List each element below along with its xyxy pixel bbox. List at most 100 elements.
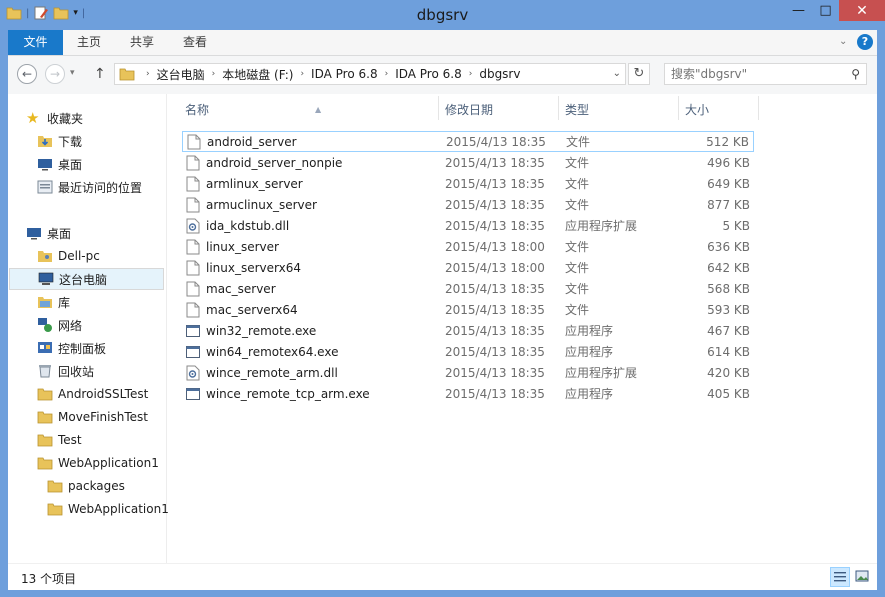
column-header-size[interactable]: 大小 (679, 96, 759, 120)
search-icon[interactable]: ⚲ (851, 67, 860, 81)
tab-share[interactable]: 共享 (123, 30, 161, 55)
file-row[interactable]: armuclinux_server 2015/4/13 18:35 文件 877 KB (182, 194, 754, 215)
window-title: dbgsrv (416, 6, 469, 24)
chevron-right-icon[interactable]: › (300, 69, 304, 79)
file-row[interactable]: android_server_nonpie 2015/4/13 18:35 文件 49… (182, 152, 754, 173)
file-name-text: win64_remotex64.exe (206, 344, 339, 359)
help-icon[interactable]: ? (857, 34, 873, 50)
column-label: 类型 (565, 103, 590, 117)
chevron-right-icon[interactable]: › (212, 69, 216, 79)
nav-label: WebApplication1 (68, 502, 169, 516)
file-type: 文件 (565, 177, 590, 191)
maximize-button[interactable]: □ (812, 0, 839, 21)
search-box[interactable]: ⚲ (664, 63, 867, 85)
expand-ribbon-icon[interactable]: ⌄ (839, 36, 851, 48)
file-name-text: ida_kdstub.dll (206, 218, 290, 233)
search-input[interactable] (671, 66, 841, 82)
file-row[interactable]: mac_server 2015/4/13 18:35 文件 568 KB (182, 278, 754, 299)
refresh-button[interactable]: ↻ (628, 63, 650, 85)
file-row[interactable]: ida_kdstub.dll 2015/4/13 18:35 应用程序扩展 5 KB (182, 215, 754, 236)
exe-icon (186, 323, 206, 339)
file-row[interactable]: android_server 2015/4/13 18:35 文件 512 KB (182, 131, 754, 152)
column-header-type[interactable]: 类型 (559, 96, 679, 120)
file-date: 2015/4/13 18:35 (445, 386, 545, 401)
column-header-date[interactable]: 修改日期 (439, 96, 559, 120)
file-name-text: mac_serverx64 (206, 302, 298, 317)
file-name: win32_remote.exe (186, 323, 316, 339)
breadcrumb-ida-pro-inner[interactable]: IDA Pro 6.8 (395, 67, 462, 81)
nav-label: 桌面 (58, 157, 83, 172)
file-row[interactable]: mac_serverx64 2015/4/13 18:35 文件 593 KB (182, 299, 754, 320)
back-button[interactable]: ← (17, 64, 37, 84)
tab-home[interactable]: 主页 (70, 30, 108, 55)
folder-icon (37, 411, 53, 424)
file-icon (186, 155, 206, 171)
column-label: 大小 (685, 103, 710, 117)
nav-desktop[interactable]: 桌面 (8, 222, 184, 244)
file-row[interactable]: win64_remotex64.exe 2015/4/13 18:35 应用程序 61… (182, 341, 754, 362)
large-icons-view-icon (855, 570, 869, 582)
file-row[interactable]: armlinux_server 2015/4/13 18:35 文件 649 KB (182, 173, 754, 194)
explorer-window: | ▾ | dbgsrv — □ ✕ 文件 主页 共享 查看 ⌄ ? ← → ▾… (0, 0, 885, 597)
file-row[interactable]: wince_remote_arm.dll 2015/4/13 18:35 应用程序扩… (182, 362, 754, 383)
nav-label: WebApplication1 (58, 456, 159, 470)
tab-file[interactable]: 文件 (8, 30, 63, 55)
file-name-text: armlinux_server (206, 176, 303, 191)
file-row[interactable]: linux_serverx64 2015/4/13 18:00 文件 642 KB (182, 257, 754, 278)
file-name: wince_remote_tcp_arm.exe (186, 386, 370, 402)
file-size: 642 KB (707, 260, 750, 275)
details-view-button[interactable] (830, 567, 850, 587)
nav-label: 收藏夹 (47, 111, 84, 126)
close-button[interactable]: ✕ (839, 0, 885, 21)
nav-label: AndroidSSLTest (58, 387, 149, 401)
file-date: 2015/4/13 18:35 (445, 344, 545, 359)
nav-label: 桌面 (47, 226, 72, 241)
folder-icon (47, 480, 63, 493)
file-type: 文件 (565, 282, 590, 296)
breadcrumb-this-pc[interactable]: 这台电脑 (157, 66, 205, 83)
chevron-right-icon[interactable]: › (146, 69, 150, 79)
file-name: linux_serverx64 (186, 260, 301, 276)
nav-label: 下载 (58, 134, 83, 149)
chevron-right-icon[interactable]: › (385, 69, 389, 79)
file-date: 2015/4/13 18:35 (445, 176, 545, 191)
file-row[interactable]: linux_server 2015/4/13 18:00 文件 636 KB (182, 236, 754, 257)
breadcrumb-dbgsrv[interactable]: dbgsrv (479, 67, 520, 81)
file-row[interactable]: win32_remote.exe 2015/4/13 18:35 应用程序 467 K… (182, 320, 754, 341)
tab-view[interactable]: 查看 (176, 30, 214, 55)
file-size: 496 KB (707, 155, 750, 170)
address-bar[interactable]: › 这台电脑 › 本地磁盘 (F:) › IDA Pro 6.8 › IDA P… (114, 63, 626, 85)
nav-label: Dell-pc (58, 249, 100, 263)
dll-icon (186, 218, 206, 234)
nav-label: 控制面板 (58, 341, 107, 356)
nav-this-pc[interactable]: 这台电脑 (9, 268, 164, 290)
forward-button[interactable]: → (45, 64, 65, 84)
file-size: 636 KB (707, 239, 750, 254)
control-panel-icon (38, 342, 52, 353)
large-icons-view-button[interactable] (853, 567, 873, 587)
breadcrumb-local-disk[interactable]: 本地磁盘 (F:) (222, 66, 293, 83)
chevron-right-icon[interactable]: › (469, 69, 473, 79)
breadcrumb-ida-pro[interactable]: IDA Pro 6.8 (311, 67, 378, 81)
file-name: mac_server (186, 281, 276, 297)
file-size: 568 KB (707, 281, 750, 296)
nav-favorites[interactable]: ★ 收藏夹 (8, 107, 184, 129)
file-type: 应用程序 (565, 345, 614, 359)
minimize-button[interactable]: — (785, 0, 812, 21)
recent-locations-icon[interactable]: ▾ (70, 68, 75, 78)
title-bar[interactable]: | ▾ | dbgsrv — □ ✕ (0, 0, 885, 30)
exe-icon (186, 386, 206, 402)
exe-icon (186, 344, 206, 360)
column-header-name[interactable]: ▲ 名称 (179, 96, 439, 120)
file-type: 文件 (565, 303, 590, 317)
file-type: 应用程序扩展 (565, 366, 638, 380)
address-dropdown-icon[interactable]: ⌄ (613, 68, 621, 79)
file-type: 文件 (565, 240, 590, 254)
status-bar: 13 个项目 (8, 563, 877, 590)
up-button[interactable]: ↑ (94, 66, 106, 82)
file-size: 877 KB (707, 197, 750, 212)
navigation-pane: ★ 收藏夹 下载 桌面 最近访问的位置 桌面 Dell-pc 这台电脑 库 网络… (8, 94, 169, 563)
file-name-text: mac_server (206, 281, 276, 296)
folder-icon (47, 503, 63, 516)
file-row[interactable]: wince_remote_tcp_arm.exe 2015/4/13 18:35 应… (182, 383, 754, 404)
